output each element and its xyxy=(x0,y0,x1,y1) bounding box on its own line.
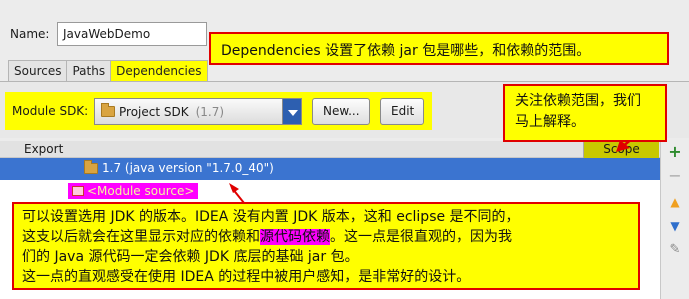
module-sdk-label: Module SDK: xyxy=(12,104,89,118)
tab-dependencies[interactable]: Dependencies xyxy=(110,60,208,81)
folder-icon xyxy=(101,103,115,117)
module-source-row[interactable]: <Module source> xyxy=(68,183,199,199)
sdk-selected-version: (1.7) xyxy=(195,104,225,119)
module-sdk-select[interactable]: Project SDK (1.7) xyxy=(94,98,302,125)
sdk-edit-button[interactable]: Edit xyxy=(380,98,424,125)
scope-annotation: 关注依赖范围，我们 马上解释。 xyxy=(503,84,667,142)
dependencies-table-header: Export xyxy=(0,141,660,158)
jdk-annotation-line2: 这支以后就会在这里显示对应的依赖和源代码依赖。这一点是很直观的，因为我 xyxy=(22,227,630,247)
jdk-dependency-row[interactable]: 1.7 (java version "1.7.0_40") xyxy=(84,159,274,175)
tab-paths[interactable]: Paths xyxy=(66,60,112,81)
jdk-annotation-line2-b: 。这一点是很直观的，因为我 xyxy=(330,229,512,245)
move-up-icon[interactable]: ▲ xyxy=(666,193,684,211)
column-scope[interactable]: Scope xyxy=(583,141,659,158)
source-dependency-highlight: 源代码依赖 xyxy=(260,229,330,245)
window-top-strip xyxy=(0,0,689,20)
name-input[interactable]: JavaWebDemo xyxy=(57,22,207,46)
scope-annotation-line1: 关注依赖范围，我们 xyxy=(515,93,641,109)
jdk-dependency-label: 1.7 (java version "1.7.0_40") xyxy=(102,161,274,175)
dependencies-toolbar: + − ▲ ▼ ✎ xyxy=(660,141,689,299)
sdk-new-button[interactable]: New... xyxy=(312,98,370,125)
scope-annotation-line2: 马上解释。 xyxy=(515,114,585,130)
remove-icon[interactable]: − xyxy=(666,167,684,185)
jdk-annotation-line1: 可以设置选用 JDK 的版本。IDEA 没有内置 JDK 版本，这和 eclip… xyxy=(22,209,520,225)
jdk-annotation-line2-a: 这支以后就会在这里显示对应的依赖和 xyxy=(22,229,260,245)
dependencies-annotation: Dependencies 设置了依赖 jar 包是哪些，和依赖的范围。 xyxy=(209,32,669,65)
move-down-icon[interactable]: ▼ xyxy=(666,217,684,235)
module-tabs: Sources Paths Dependencies xyxy=(8,60,208,81)
sdk-selected-label: Project SDK xyxy=(119,104,189,119)
module-source-icon xyxy=(72,186,84,196)
tab-sources[interactable]: Sources xyxy=(8,60,68,81)
chevron-down-icon[interactable] xyxy=(282,98,302,125)
name-label: Name: xyxy=(10,27,50,41)
jdk-annotation-line3: 们的 Java 源代码一定会依赖 JDK 底层的基础 jar 包。 xyxy=(22,249,359,265)
jdk-annotation: 可以设置选用 JDK 的版本。IDEA 没有内置 JDK 版本，这和 eclip… xyxy=(12,202,640,290)
add-icon[interactable]: + xyxy=(666,143,684,161)
jdk-annotation-line4: 这一点的直观感受在使用 IDEA 的过程中被用户感知，是非常好的设计。 xyxy=(22,269,471,285)
edit-icon[interactable]: ✎ xyxy=(666,241,684,259)
folder-icon xyxy=(84,159,98,174)
column-export[interactable]: Export xyxy=(24,142,63,156)
module-source-label: <Module source> xyxy=(87,184,195,198)
